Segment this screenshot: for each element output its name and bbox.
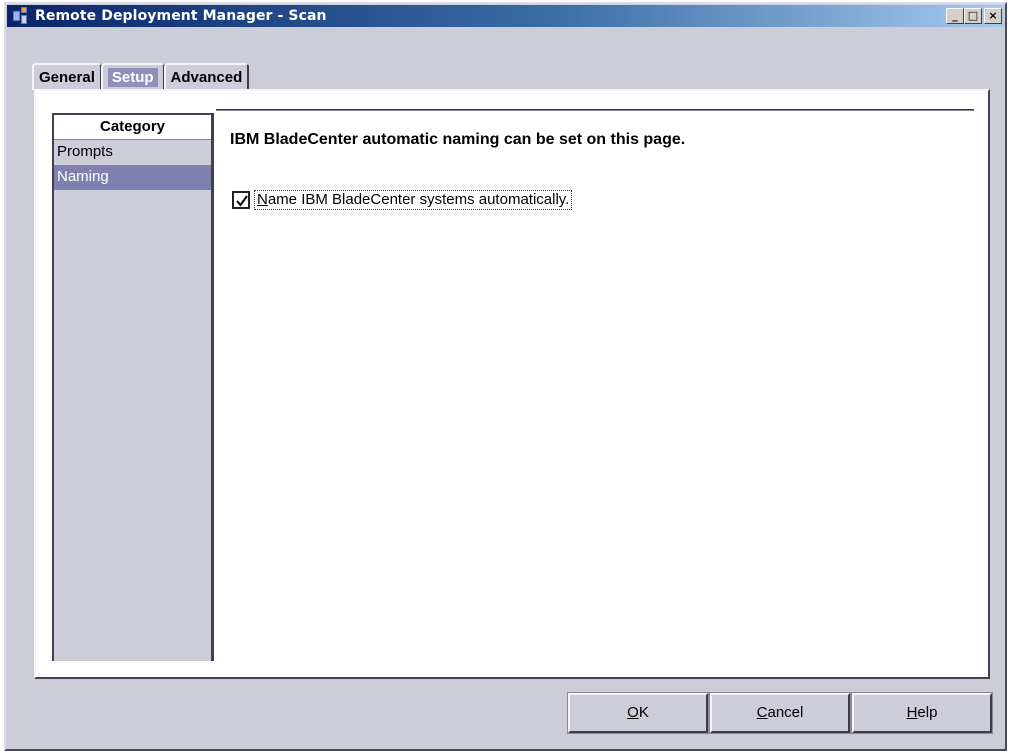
tab-general[interactable]: General (32, 63, 102, 90)
category-header: Category (54, 115, 211, 140)
app-icon (13, 7, 33, 25)
tab-setup-label: Setup (107, 68, 158, 87)
close-button[interactable]: × (984, 8, 1002, 24)
title-bar[interactable]: Remote Deployment Manager - Scan _ □ × (7, 5, 1004, 27)
ok-button[interactable]: OK (567, 692, 709, 734)
auto-name-option[interactable]: Name IBM BladeCenter systems automatical… (232, 190, 573, 210)
mnemonic-h: H (906, 704, 918, 721)
cancel-button[interactable]: Cancel (709, 692, 851, 734)
minimize-button[interactable]: _ (946, 8, 964, 24)
mnemonic-o: O (627, 704, 639, 721)
auto-name-checkbox-label[interactable]: Name IBM BladeCenter systems automatical… (254, 190, 573, 210)
help-label: elp (917, 704, 938, 721)
page-heading: IBM BladeCenter automatic naming can be … (230, 131, 686, 148)
ok-label: K (638, 704, 649, 721)
checkbox-label-text: ame IBM BladeCenter systems automaticall… (267, 191, 570, 208)
category-item-prompts[interactable]: Prompts (54, 140, 211, 165)
mnemonic-n: N (257, 191, 268, 208)
tab-setup[interactable]: Setup (100, 63, 165, 90)
cancel-label: ancel (767, 704, 804, 721)
category-item-naming[interactable]: Naming (54, 165, 211, 190)
checkmark-icon (236, 195, 248, 207)
auto-name-checkbox[interactable] (232, 191, 250, 209)
window-title: Remote Deployment Manager - Scan (35, 8, 327, 24)
tab-advanced-label: Advanced (170, 69, 243, 86)
tab-strip: General Setup Advanced (32, 60, 250, 90)
maximize-button[interactable]: □ (964, 8, 982, 24)
tab-advanced[interactable]: Advanced (163, 63, 250, 90)
setup-panel: Category Prompts Naming IBM BladeCenter … (34, 89, 990, 679)
window-controls: _ □ × (946, 8, 1002, 24)
help-button[interactable]: Help (851, 692, 993, 734)
tab-general-label: General (39, 69, 95, 86)
mnemonic-c: C (756, 704, 768, 721)
category-list: Category Prompts Naming (52, 113, 214, 661)
content-divider (216, 109, 974, 111)
